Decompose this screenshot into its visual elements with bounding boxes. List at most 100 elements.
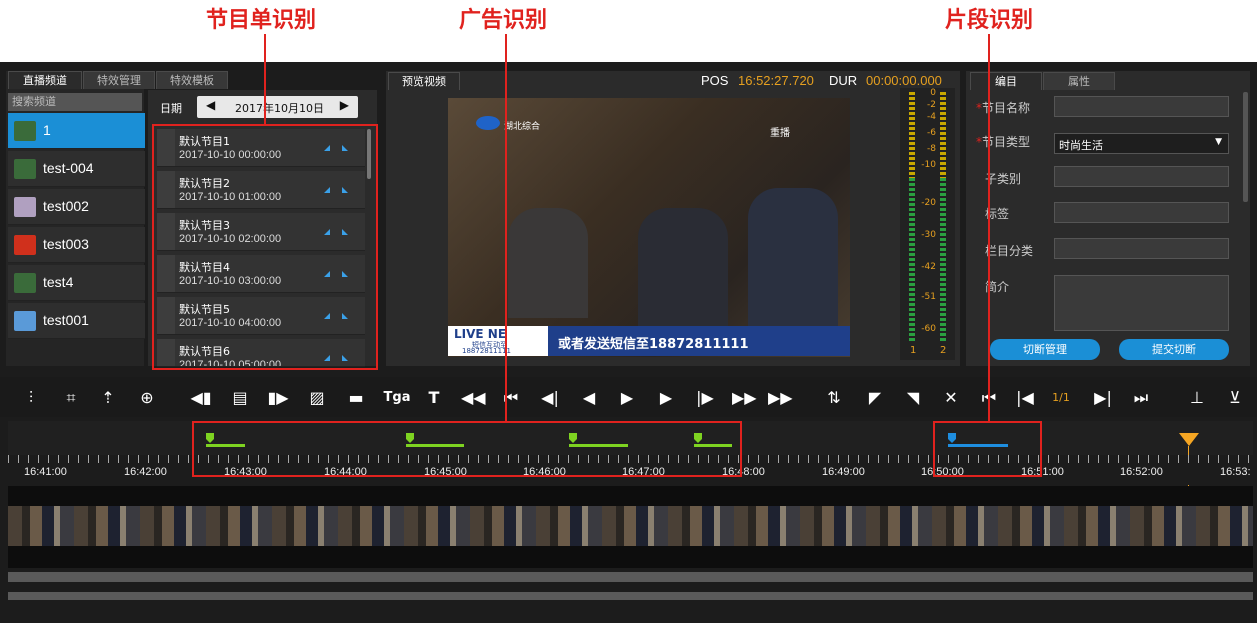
subcategory-field[interactable]: [1054, 166, 1229, 187]
step-forward-mark-icon[interactable]: |▶: [694, 388, 716, 408]
forward-mark-icon[interactable]: ▶▶: [768, 388, 793, 408]
tab-effect-manage[interactable]: 特效管理: [83, 71, 155, 89]
prev-page-icon[interactable]: |◀: [1014, 388, 1036, 408]
vu-channel-1: 1: [910, 345, 917, 356]
program-name-field[interactable]: [1054, 96, 1229, 117]
date-picker[interactable]: ◀ 2017年10月10日 ▶: [197, 96, 358, 118]
channel-item[interactable]: test001: [8, 303, 145, 339]
dur-label: DUR: [829, 73, 858, 88]
tick-label: 16:42:00: [124, 466, 167, 478]
vu-scale: -6: [927, 128, 936, 138]
frame-back-icon[interactable]: ◀: [578, 388, 600, 408]
trim-left-icon[interactable]: ◀▮: [190, 388, 212, 408]
callout-line-program: [264, 34, 266, 124]
program-type-select[interactable]: 时尚生活 ▼: [1054, 133, 1229, 154]
column-category-field[interactable]: [1054, 238, 1229, 259]
ticker-bar: LIVE NE 短信互动至 18872811111 或者发送短信至1887281…: [448, 326, 850, 356]
filmstrip-icon[interactable]: ▤: [229, 388, 251, 408]
remove-marker-icon[interactable]: ⊻: [1224, 388, 1246, 408]
playhead-icon[interactable]: [1178, 432, 1200, 448]
channel-item[interactable]: test002: [8, 189, 145, 225]
intro-textarea[interactable]: [1054, 275, 1229, 331]
channel-name: test001: [43, 312, 89, 328]
pattern-icon[interactable]: ▨: [306, 388, 328, 408]
vu-scale: -60: [921, 324, 936, 334]
vu-scale: -51: [921, 292, 936, 302]
tab-live-channel[interactable]: 直播频道: [8, 71, 82, 89]
station-logo: [476, 116, 500, 130]
channel-search-input[interactable]: 搜索频道: [8, 93, 142, 111]
frame-forward-icon[interactable]: ▶: [655, 388, 677, 408]
vu-scale: -20: [921, 198, 936, 208]
go-end-icon[interactable]: ⏭: [1130, 388, 1152, 408]
rewind-mark-icon[interactable]: ◀◀: [461, 388, 486, 408]
channel-thumb: [14, 197, 36, 217]
vu-channel-2: 2: [940, 345, 947, 356]
flip-vertical-icon[interactable]: ⇡: [97, 388, 119, 408]
tga-button[interactable]: Tga: [383, 388, 411, 408]
tab-catalog[interactable]: 编目: [970, 72, 1042, 90]
step-back-mark-icon[interactable]: ◀|: [539, 388, 561, 408]
subtitle-bar-icon[interactable]: ▬: [345, 388, 367, 408]
channel-item[interactable]: test-004: [8, 151, 145, 187]
pos-value: 16:52:27.720: [738, 73, 814, 88]
vu-bar-right-low: [940, 178, 946, 342]
channel-thumb: [14, 159, 36, 179]
prev-date-icon[interactable]: ◀: [206, 98, 215, 112]
ticker-live-label: LIVE NE: [454, 327, 507, 341]
channel-item[interactable]: test003: [8, 227, 145, 263]
tab-preview[interactable]: 预览视频: [388, 72, 460, 90]
subcategory-label: 子类别: [985, 172, 1022, 186]
clear-mark-icon[interactable]: ✕: [940, 388, 962, 408]
cut-manage-button[interactable]: 切断管理: [990, 339, 1100, 360]
program-type-label: *节目类型: [976, 135, 1031, 149]
callout-ad: 广告识别: [459, 8, 548, 33]
tab-effect-template[interactable]: 特效模板: [156, 71, 228, 89]
text-icon[interactable]: T: [423, 388, 445, 408]
mixer-icon[interactable]: ⫶: [20, 388, 42, 408]
vu-meter: 0 -2 -4 -6 -8 -10 -20 -30 -42 -51 -60 1 …: [900, 88, 955, 360]
ticker-sub-number: 18872811111: [462, 347, 511, 355]
callout-line-segment: [988, 34, 990, 421]
rotate-icon[interactable]: ⊕: [136, 388, 158, 408]
column-category-label: 栏目分类: [985, 244, 1034, 258]
trim-right-icon[interactable]: ▮▶: [267, 388, 289, 408]
vu-scale: -10: [921, 160, 936, 170]
submit-cut-button[interactable]: 提交切断: [1119, 339, 1229, 360]
date-label: 日期: [160, 102, 182, 115]
video-track[interactable]: [8, 486, 1253, 568]
rerun-label: 重播: [770, 128, 790, 139]
vu-scale: -4: [927, 112, 936, 122]
page-indicator: 1/1: [1052, 391, 1070, 404]
channel-thumb: [14, 121, 36, 141]
channel-thumb: [14, 235, 36, 255]
add-marker-icon[interactable]: ⊥: [1186, 388, 1208, 408]
metadata-scrollbar[interactable]: [1243, 92, 1248, 202]
tab-properties[interactable]: 属性: [1043, 72, 1115, 90]
next-page-icon[interactable]: ▶|: [1092, 388, 1114, 408]
vu-scale: -2: [927, 100, 936, 110]
mark-in-icon[interactable]: ◤: [864, 388, 886, 408]
program-name-label: *节目名称: [976, 101, 1031, 115]
channel-item[interactable]: test4: [8, 265, 145, 301]
channel-name: test003: [43, 236, 89, 252]
skip-back-icon[interactable]: ⏮: [500, 388, 522, 408]
audio-track-2[interactable]: [8, 592, 1253, 600]
split-mark-icon[interactable]: ⇅: [823, 388, 845, 408]
pos-label: POS: [701, 73, 729, 88]
video-frame[interactable]: 湖北综合 重播 LIVE NE 短信互动至 18872811111 或者发送短信…: [448, 98, 850, 357]
audio-track-1[interactable]: [8, 572, 1253, 582]
next-date-icon[interactable]: ▶: [340, 98, 349, 112]
tags-field[interactable]: [1054, 202, 1229, 223]
ticker-text: 或者发送短信至18872811111: [558, 337, 749, 352]
play-icon[interactable]: ▶: [616, 388, 638, 408]
channel-name: test002: [43, 198, 89, 214]
date-value: 2017年10月10日: [235, 102, 324, 115]
crop-icon[interactable]: ⌗: [60, 388, 82, 408]
callout-program-list: 节目单识别: [206, 8, 317, 33]
fast-forward-icon[interactable]: ▶▶: [732, 388, 757, 408]
channel-name: test4: [43, 274, 74, 290]
mark-out-icon[interactable]: ◥: [902, 388, 924, 408]
channel-item[interactable]: 1: [8, 113, 145, 149]
tick-label: 16:49:00: [822, 466, 865, 478]
